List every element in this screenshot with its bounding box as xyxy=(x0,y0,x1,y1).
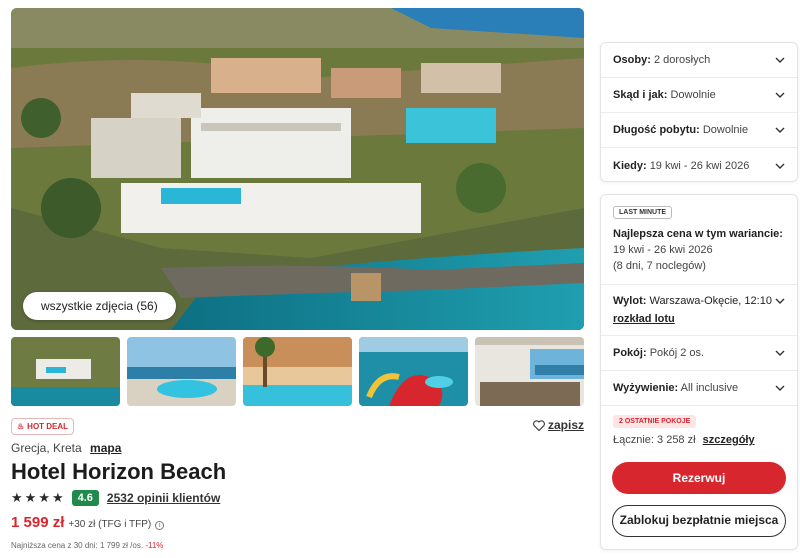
pool-palm-thumb xyxy=(243,337,352,406)
price-row: 1 599 zł +30 zł (TFG i TFP) i xyxy=(11,514,165,531)
filter-origin[interactable]: Skąd i jak: Dowolnie xyxy=(601,78,797,113)
reserve-button[interactable]: Rezerwuj xyxy=(612,462,786,494)
board-label: Wyżywienie: xyxy=(613,382,679,394)
discount-percent: -11% xyxy=(145,541,164,550)
filter-label: Skąd i jak: xyxy=(613,89,668,101)
flight-value: Warszawa-Okęcie, 12:10 xyxy=(649,295,772,307)
terrace-restaurant-thumb xyxy=(475,337,584,406)
last-minute-tag: LAST MINUTE xyxy=(613,206,673,219)
room-row[interactable]: Pokój: Pokój 2 os. xyxy=(601,336,797,371)
score-badge: 4.6 xyxy=(71,490,99,506)
filter-persons[interactable]: Osoby: 2 dorosłych xyxy=(601,43,797,78)
filter-dates[interactable]: Kiedy: 19 kwi - 26 kwi 2026 xyxy=(601,148,797,183)
chevron-down-icon xyxy=(775,298,785,304)
price: 1 599 zł xyxy=(11,514,65,531)
thumbnail-3[interactable] xyxy=(243,337,352,406)
star-icon: ★ xyxy=(38,490,50,505)
all-photos-button[interactable]: wszystkie zdjęcia (56) xyxy=(23,292,176,320)
chevron-down-icon xyxy=(775,127,785,133)
save-button[interactable]: zapisz xyxy=(533,418,584,432)
map-link[interactable]: mapa xyxy=(90,441,121,455)
board-row[interactable]: Wyżywienie: All inclusive xyxy=(601,371,797,406)
block-seats-button[interactable]: Zablokuj bezpłatnie miejsca xyxy=(612,505,786,537)
chevron-down-icon xyxy=(775,163,785,169)
rating-row: ★ ★ ★ ★ 4.6 2532 opinii klientów xyxy=(11,490,220,506)
filter-value: Dowolnie xyxy=(670,89,716,101)
rooms-left-tag: 2 OSTATNIE POKOJE xyxy=(613,415,697,428)
details-link[interactable]: szczegóły xyxy=(703,434,755,446)
hero-photo[interactable]: wszystkie zdjęcia (56) xyxy=(11,8,584,330)
hotel-stars: ★ ★ ★ ★ xyxy=(11,490,64,506)
filter-label: Kiedy: xyxy=(613,159,647,172)
heart-icon xyxy=(533,419,545,431)
star-icon: ★ xyxy=(24,490,37,505)
thumbnail-5[interactable] xyxy=(475,337,584,406)
board-value: All inclusive xyxy=(680,382,739,394)
hot-deal-badge: ♨ HOT DEAL xyxy=(11,418,75,435)
thumbnail-strip xyxy=(11,337,584,406)
thumbnail-4[interactable] xyxy=(359,337,468,406)
star-icon: ★ xyxy=(51,490,64,505)
reviews-link[interactable]: 2532 opinii klientów xyxy=(107,491,220,505)
filter-value: Dowolnie xyxy=(702,124,749,136)
thumbnail-1[interactable] xyxy=(11,337,120,406)
flame-icon: ♨ xyxy=(17,422,25,431)
total-text: Łącznie: 3 258 zł xyxy=(613,434,696,446)
price-extra: +30 zł (TFG i TFP) xyxy=(68,519,152,530)
hotel-name: Hotel Horizon Beach xyxy=(11,459,227,484)
thumbnail-2[interactable] xyxy=(127,337,236,406)
hot-deal-label: HOT DEAL xyxy=(27,422,69,431)
chevron-down-icon xyxy=(775,92,785,98)
filter-label: Długość pobytu: xyxy=(613,124,700,136)
total-price: Łącznie: 3 258 zł szczegóły xyxy=(601,428,797,446)
filter-duration[interactable]: Długość pobytu: Dowolnie xyxy=(601,113,797,148)
location-text: Grecja, Kreta xyxy=(11,441,82,455)
best-price-block: Najlepsza cena w tym wariancie: 19 kwi -… xyxy=(601,219,797,285)
waterslide-thumb xyxy=(359,337,468,406)
offer-panel: LAST MINUTE Najlepsza cena w tym warianc… xyxy=(600,194,798,550)
hotel-aerial-image xyxy=(11,8,584,330)
flight-schedule-link[interactable]: rozkład lotu xyxy=(613,313,785,325)
lowest-price-text: Najniższa cena z 30 dni: 1 799 zł /os. xyxy=(11,541,144,550)
location: Grecja, Kreta mapa xyxy=(11,441,121,455)
flight-row[interactable]: Wylot: Warszawa-Okęcie, 12:10 rozkład lo… xyxy=(601,285,797,336)
chevron-down-icon xyxy=(775,385,785,391)
info-icon[interactable]: i xyxy=(155,521,165,530)
filter-label: Osoby: xyxy=(613,54,651,66)
best-price-title: Najlepsza cena w tym wariancie: xyxy=(613,228,783,240)
chevron-down-icon xyxy=(775,350,785,356)
chevron-down-icon xyxy=(775,57,785,63)
offer-dates: 19 kwi - 26 kwi 2026 xyxy=(613,244,713,256)
save-label: zapisz xyxy=(547,418,584,432)
pool-sea-view-thumb xyxy=(127,337,236,406)
room-label: Pokój: xyxy=(613,347,647,359)
lowest-price-note: Najniższa cena z 30 dni: 1 799 zł /os. -… xyxy=(11,541,163,550)
flight-label: Wylot: xyxy=(613,295,647,307)
room-value: Pokój 2 os. xyxy=(649,347,705,359)
hotel-aerial-thumb xyxy=(11,337,120,406)
filter-value: 2 dorosłych xyxy=(653,54,711,66)
offer-nights: (8 dni, 7 noclegów) xyxy=(613,260,706,272)
filter-value: 19 kwi - 26 kwi 2026 xyxy=(649,159,750,172)
star-icon: ★ xyxy=(11,490,23,505)
search-filters-panel: Osoby: 2 dorosłych Skąd i jak: Dowolnie … xyxy=(600,42,798,182)
